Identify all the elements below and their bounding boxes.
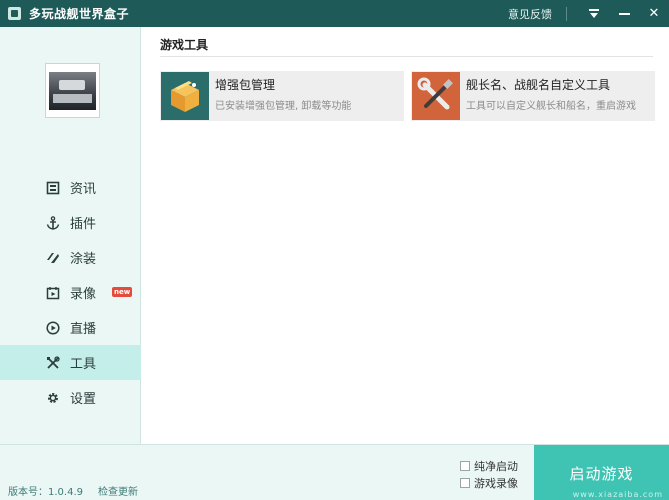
- tool-description: 已安装增强包管理, 卸载等功能: [215, 101, 352, 112]
- title-bar-controls: 意见反馈 ✕: [508, 0, 669, 27]
- watermark: www.xiazaiba.com: [572, 490, 663, 499]
- sidebar-item-label: 涂装: [70, 252, 97, 267]
- new-badge: new: [112, 287, 133, 297]
- app-title: 多玩战舰世界盒子: [29, 7, 130, 21]
- gear-icon: [45, 390, 61, 406]
- tool-card-name-customizer[interactable]: 舰长名、战舰名自定义工具 工具可以自定义舰长和船名，重启游戏: [411, 71, 655, 121]
- feedback-link[interactable]: 意见反馈: [508, 6, 552, 22]
- version-text: 版本号：1.0.4.9: [8, 487, 83, 498]
- game-record-label: 游戏录像: [474, 477, 518, 490]
- title-bar: 多玩战舰世界盒子 意见反馈 ✕: [0, 0, 669, 27]
- dropdown-menu-icon: [589, 9, 599, 18]
- sidebar-item-news[interactable]: 资讯: [0, 170, 141, 205]
- game-record-checkbox[interactable]: [460, 478, 470, 488]
- sidebar-item-label: 工具: [70, 357, 97, 372]
- game-box-icon: [8, 7, 21, 20]
- title-bar-divider: [566, 6, 567, 21]
- tools-icon: [45, 355, 61, 371]
- sidebar-item-label: 设置: [70, 392, 97, 407]
- sidebar: 资讯 插件 涂装 录像 new 直播 工具 设置: [0, 27, 141, 444]
- minimize-button[interactable]: [609, 0, 639, 27]
- check-update-link[interactable]: 检查更新: [98, 483, 138, 498]
- package-box-icon: [161, 72, 209, 120]
- record-icon: [45, 285, 61, 301]
- game-record-option[interactable]: 游戏录像: [460, 475, 518, 491]
- anchor-icon: [45, 215, 61, 231]
- sidebar-item-skins[interactable]: 涂装: [0, 240, 141, 275]
- sidebar-item-live[interactable]: 直播: [0, 310, 141, 345]
- pure-launch-checkbox[interactable]: [460, 461, 470, 471]
- sidebar-item-replays[interactable]: 录像 new: [0, 275, 141, 310]
- news-icon: [45, 180, 61, 196]
- launch-game-label: 启动游戏: [569, 464, 634, 483]
- close-button[interactable]: ✕: [639, 0, 669, 27]
- tool-card-addon-manager[interactable]: 增强包管理 已安装增强包管理, 卸载等功能: [160, 71, 404, 121]
- paint-stripes-icon: [45, 250, 61, 266]
- pure-launch-label: 纯净启动: [474, 460, 518, 473]
- dropdown-menu-button[interactable]: [579, 0, 609, 27]
- avatar[interactable]: [45, 63, 100, 118]
- main-content: 游戏工具 增强包管理 已安装增强包管理, 卸载等功能 舰长名、战舰名自定义工具 …: [142, 27, 669, 444]
- tool-name: 舰长名、战舰名自定义工具: [466, 78, 611, 92]
- sidebar-item-label: 资讯: [70, 182, 97, 197]
- sidebar-item-label: 录像: [70, 287, 97, 302]
- launch-game-button[interactable]: 启动游戏 www.xiazaiba.com: [534, 445, 669, 500]
- wrench-screwdriver-icon: [412, 72, 460, 120]
- play-circle-icon: [45, 320, 61, 336]
- sidebar-nav: 资讯 插件 涂装 录像 new 直播 工具 设置: [0, 170, 141, 415]
- sidebar-item-tools[interactable]: 工具: [0, 345, 141, 380]
- bottom-bar: 版本号：1.0.4.9 检查更新 纯净启动 游戏录像 启动游戏 www.xiaz…: [0, 444, 669, 500]
- sidebar-item-label: 直播: [70, 322, 97, 337]
- section-divider: [160, 56, 653, 57]
- tool-name: 增强包管理: [215, 78, 276, 92]
- sidebar-item-label: 插件: [70, 217, 97, 232]
- sidebar-item-settings[interactable]: 设置: [0, 380, 141, 415]
- tool-description: 工具可以自定义舰长和船名，重启游戏: [466, 101, 636, 112]
- avatar-image: [49, 71, 96, 110]
- section-title: 游戏工具: [160, 38, 209, 52]
- minimize-icon: [618, 12, 630, 15]
- close-icon: ✕: [648, 6, 660, 21]
- sidebar-item-plugins[interactable]: 插件: [0, 205, 141, 240]
- pure-launch-option[interactable]: 纯净启动: [460, 458, 518, 474]
